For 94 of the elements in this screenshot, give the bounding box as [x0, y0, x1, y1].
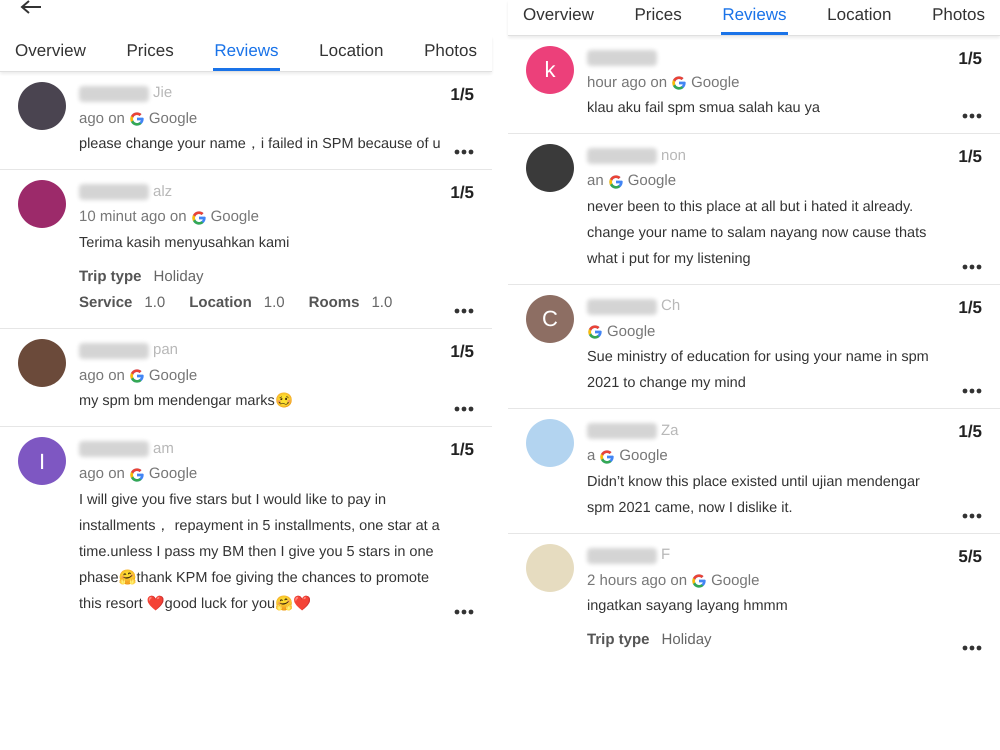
tab[interactable]: Reviews — [213, 36, 280, 70]
rating-label: Location — [189, 292, 252, 312]
redaction-smudge — [79, 184, 149, 200]
google-g-icon — [599, 448, 616, 464]
tab[interactable]: Prices — [633, 0, 683, 34]
google-g-icon — [608, 174, 624, 190]
review-source: Google — [210, 207, 259, 228]
review-score: 5/5 — [958, 546, 982, 568]
review-time: ago on — [79, 366, 125, 386]
more-options-icon[interactable] — [454, 406, 474, 412]
review-score: 1/5 — [958, 421, 982, 443]
tab[interactable]: Prices — [125, 36, 175, 70]
more-options-icon[interactable] — [962, 645, 982, 651]
review-text: never been to this place at all but i hated it already. change your name to salam nayang now cause thats what i put for my listening — [587, 198, 928, 268]
review-text: my spm bm mendengar marks🥴 — [79, 392, 294, 411]
more-options-icon[interactable] — [962, 113, 982, 119]
more-options-icon[interactable] — [454, 149, 474, 155]
google-g-icon — [128, 368, 145, 384]
review-text: I will give you five stars but I would like to pay in installments， repayment in 5 installments, one star at a time.unless I pass my BM then I give you 5 stars in one phase🤗thank KPM foe giving the chances to promote this resort ❤good luck for you🤗❤ — [79, 490, 441, 614]
review-source: Google — [711, 570, 760, 591]
more-options-icon[interactable] — [962, 264, 982, 270]
google-g-icon — [128, 466, 145, 482]
reviewer-name: Jie — [153, 83, 172, 104]
review-score: 1/5 — [450, 340, 474, 362]
tab[interactable]: Reviews — [721, 0, 788, 34]
trip-type-label: Trip type — [587, 630, 650, 650]
rating-value: 1.0 — [371, 292, 392, 312]
review-source: Google — [691, 72, 740, 93]
review-text: klau aku fail spm smua salah kau ya — [587, 99, 821, 118]
review-source: Google — [148, 366, 198, 386]
review-source: Google — [148, 464, 198, 484]
review-time: hour ago on — [587, 72, 668, 93]
rating-value: 1.0 — [144, 292, 166, 312]
review-source: Google — [628, 171, 676, 192]
letter-avatar: I — [18, 437, 66, 485]
review-text: please change your name，i failed in SPM because of u — [79, 135, 442, 154]
reviewer-name: am — [153, 438, 174, 459]
rating-value: 1.0 — [264, 292, 285, 312]
tab[interactable]: Photos — [931, 0, 986, 34]
trip-type-value: Holiday — [154, 266, 204, 286]
tab[interactable]: Overview — [14, 36, 87, 70]
more-options-icon[interactable] — [454, 308, 474, 314]
redaction-smudge — [587, 148, 657, 164]
redaction-smudge — [587, 298, 657, 314]
google-g-icon — [128, 111, 145, 127]
letter-avatar: k — [526, 46, 574, 94]
review-source: Google — [148, 108, 198, 129]
review-score: 1/5 — [450, 182, 474, 204]
review-score: 1/5 — [958, 296, 982, 318]
review-time: an — [587, 171, 604, 192]
review-text: Terima kasih menyusahkan kami — [79, 234, 290, 252]
tab[interactable]: Overview — [522, 0, 595, 34]
google-g-icon — [671, 75, 688, 91]
rating-label: Rooms — [308, 292, 360, 312]
reviewer-name: alz — [153, 182, 172, 202]
redaction-smudge — [587, 50, 657, 66]
review-text: Sue ministry of education for using your name in spm 2021 to change my mind — [587, 348, 930, 393]
letter-avatar: C — [526, 294, 574, 342]
redaction-smudge — [587, 423, 657, 439]
redaction-smudge — [79, 86, 149, 102]
reviewer-name: Za — [661, 420, 679, 441]
review-source: Google — [607, 322, 656, 342]
review-time: ago on — [79, 108, 125, 129]
review-time: ago on — [79, 464, 125, 484]
google-g-icon — [691, 573, 708, 589]
review-score: 1/5 — [958, 146, 982, 168]
tab[interactable]: Photos — [423, 36, 478, 70]
rating-label: Service — [79, 292, 132, 312]
more-options-icon[interactable] — [962, 512, 982, 518]
review-score: 1/5 — [450, 439, 474, 461]
tab[interactable]: Location — [318, 36, 384, 70]
tab[interactable]: Location — [826, 0, 892, 34]
back-arrow-icon[interactable] — [20, 0, 42, 14]
reviewer-name: non — [661, 146, 686, 166]
trip-type-label: Trip type — [79, 266, 142, 286]
review-time: 10 minut ago on — [79, 207, 187, 228]
redaction-smudge — [79, 441, 149, 457]
review-text: Didn’t know this place existed until ujian mendengar spm 2021 came, now I dislike it. — [587, 472, 921, 518]
review-time: 2 hours ago on — [587, 570, 688, 591]
review-text: ingatkan sayang layang hmmm — [587, 597, 789, 616]
reviewer-name: F — [661, 545, 670, 566]
trip-type-value: Holiday — [662, 630, 712, 650]
review-score: 1/5 — [958, 48, 982, 70]
review-time: a — [587, 446, 596, 466]
google-g-icon — [587, 324, 603, 340]
more-options-icon[interactable] — [962, 388, 982, 394]
reviewer-name: Ch — [661, 296, 680, 316]
redaction-smudge — [79, 342, 149, 358]
more-options-icon[interactable] — [454, 608, 474, 614]
review-score: 1/5 — [450, 84, 474, 106]
reviewer-name: pan — [153, 340, 178, 360]
google-g-icon — [190, 210, 207, 226]
review-source: Google — [619, 446, 668, 466]
redaction-smudge — [587, 548, 657, 564]
